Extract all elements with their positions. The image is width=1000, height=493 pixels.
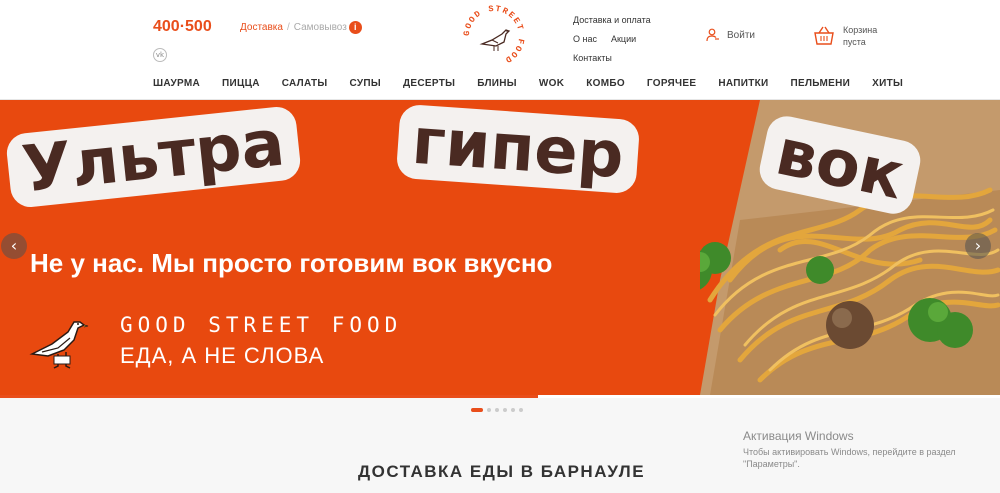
seagull-icon: [29, 321, 89, 369]
phone-number[interactable]: 400·500: [153, 18, 212, 36]
promo-banner[interactable]: Ультра гипер вок Не у нас. Мы просто гот…: [0, 100, 1000, 395]
menu-item-pizza[interactable]: ПИЦЦА: [222, 78, 260, 89]
carousel-progress-bar: [0, 395, 538, 398]
pickup-option[interactable]: Самовывоз: [294, 22, 347, 33]
delivery-separator: /: [286, 22, 290, 33]
activation-text: Чтобы активировать Windows, перейдите в …: [743, 447, 956, 469]
windows-activation-overlay: Активация Windows Чтобы активировать Win…: [743, 429, 983, 470]
site-header: 400·500 vk Доставка / Самовывоз i GOOD S…: [0, 0, 1000, 100]
carousel-next-button[interactable]: ›: [965, 233, 991, 259]
carousel-prev-button[interactable]: ‹: [1, 233, 27, 259]
user-icon: [706, 28, 719, 42]
cart-button[interactable]: Корзина пуста: [813, 24, 877, 48]
headline-word-1: Ультра: [4, 105, 302, 209]
menu-item-dumplings[interactable]: ПЕЛЬМЕНИ: [791, 78, 851, 89]
login-button[interactable]: Войти: [706, 28, 755, 42]
menu-item-pancakes[interactable]: БЛИНЫ: [477, 78, 517, 89]
top-links: Доставка и оплата О нас Акции Контакты: [573, 10, 651, 67]
menu-item-salads[interactable]: САЛАТЫ: [282, 78, 328, 89]
carousel-dot[interactable]: [471, 408, 483, 412]
menu-item-desserts[interactable]: ДЕСЕРТЫ: [403, 78, 455, 89]
cart-label: Корзина: [843, 25, 878, 35]
headline-word-2: гипер: [395, 103, 641, 195]
category-menu: ШАУРМА ПИЦЦА САЛАТЫ СУПЫ ДЕСЕРТЫ БЛИНЫ W…: [153, 78, 925, 89]
menu-item-shawarma[interactable]: ШАУРМА: [153, 78, 200, 89]
carousel-dot[interactable]: [495, 408, 499, 412]
brand-tagline: ЕДА, А НЕ СЛОВА: [120, 343, 325, 368]
cart-status: пуста: [843, 37, 866, 47]
login-label: Войти: [727, 29, 755, 41]
site-logo[interactable]: GOOD STREET FOOD: [462, 4, 526, 68]
link-contacts[interactable]: Контакты: [573, 53, 612, 63]
menu-item-soups[interactable]: СУПЫ: [350, 78, 382, 89]
svg-text:GOOD STREET FOOD: GOOD STREET FOOD: [462, 4, 526, 65]
link-delivery-payment[interactable]: Доставка и оплата: [573, 15, 651, 25]
menu-item-combo[interactable]: КОМБО: [586, 78, 625, 89]
delivery-option[interactable]: Доставка: [240, 22, 283, 33]
carousel-dot[interactable]: [511, 408, 515, 412]
logo-text: GOOD STREET FOOD: [462, 4, 525, 66]
info-icon[interactable]: i: [348, 21, 362, 34]
menu-item-hits[interactable]: ХИТЫ: [872, 78, 903, 89]
banner-subline: Не у нас. Мы просто готовим вок вкусно: [30, 248, 553, 278]
carousel-dot[interactable]: [503, 408, 507, 412]
page: 400·500 vk Доставка / Самовывоз i GOOD S…: [0, 0, 1000, 493]
menu-item-hot[interactable]: ГОРЯЧЕЕ: [647, 78, 696, 89]
activation-title: Активация Windows: [743, 429, 854, 443]
brand-block: GOOD STREET FOOD ЕДА, А НЕ СЛОВА: [28, 310, 402, 372]
link-promotions[interactable]: Акции: [611, 34, 636, 44]
delivery-mode-switch: Доставка / Самовывоз i: [240, 21, 362, 34]
carousel-dot[interactable]: [487, 408, 491, 412]
vk-icon[interactable]: vk: [153, 48, 167, 62]
carousel-dots: [471, 408, 527, 412]
section-title: ДОСТАВКА ЕДЫ В БАРНАУЛЕ: [358, 462, 646, 481]
menu-item-wok[interactable]: WOK: [539, 78, 564, 89]
brand-name: GOOD STREET FOOD: [120, 313, 403, 337]
link-about[interactable]: О нас: [573, 34, 597, 44]
menu-item-drinks[interactable]: НАПИТКИ: [718, 78, 768, 89]
gull-logo-icon: GOOD STREET FOOD: [462, 4, 526, 66]
basket-icon: [814, 26, 834, 45]
carousel-dot[interactable]: [519, 408, 523, 412]
